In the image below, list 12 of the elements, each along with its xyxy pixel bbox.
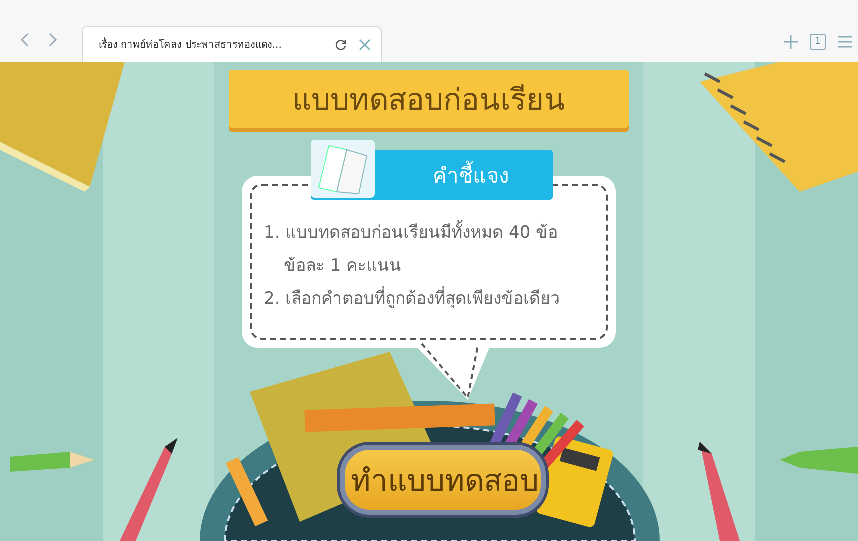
instruction-text: 1. แบบทดสอบก่อนเรียนมีทั้งหมด 40 ข้อ — [264, 218, 598, 245]
instruction-text: 2. เลือกคำตอบที่ถูกต้องที่สุดเพียงข้อเดียว — [264, 284, 598, 311]
close-icon[interactable] — [359, 38, 371, 50]
tab-count[interactable]: 1 — [810, 34, 826, 50]
browser-tab[interactable]: เรื่อง กาพย์ห่อโคลง ประพาสธารทองแดง... — [82, 26, 382, 62]
start-quiz-button[interactable]: ทำแบบทดสอบ — [340, 445, 546, 515]
instruction-text: ข้อละ 1 คะแนน — [284, 255, 403, 278]
slide-title: แบบทดสอบก่อนเรียน — [292, 82, 566, 120]
new-tab-icon[interactable] — [784, 35, 798, 49]
menu-icon[interactable] — [838, 36, 852, 48]
tab-title: เรื่อง กาพย์ห่อโคลง ประพาสธารทองแดง... — [99, 37, 323, 52]
reload-icon[interactable] — [335, 38, 347, 50]
